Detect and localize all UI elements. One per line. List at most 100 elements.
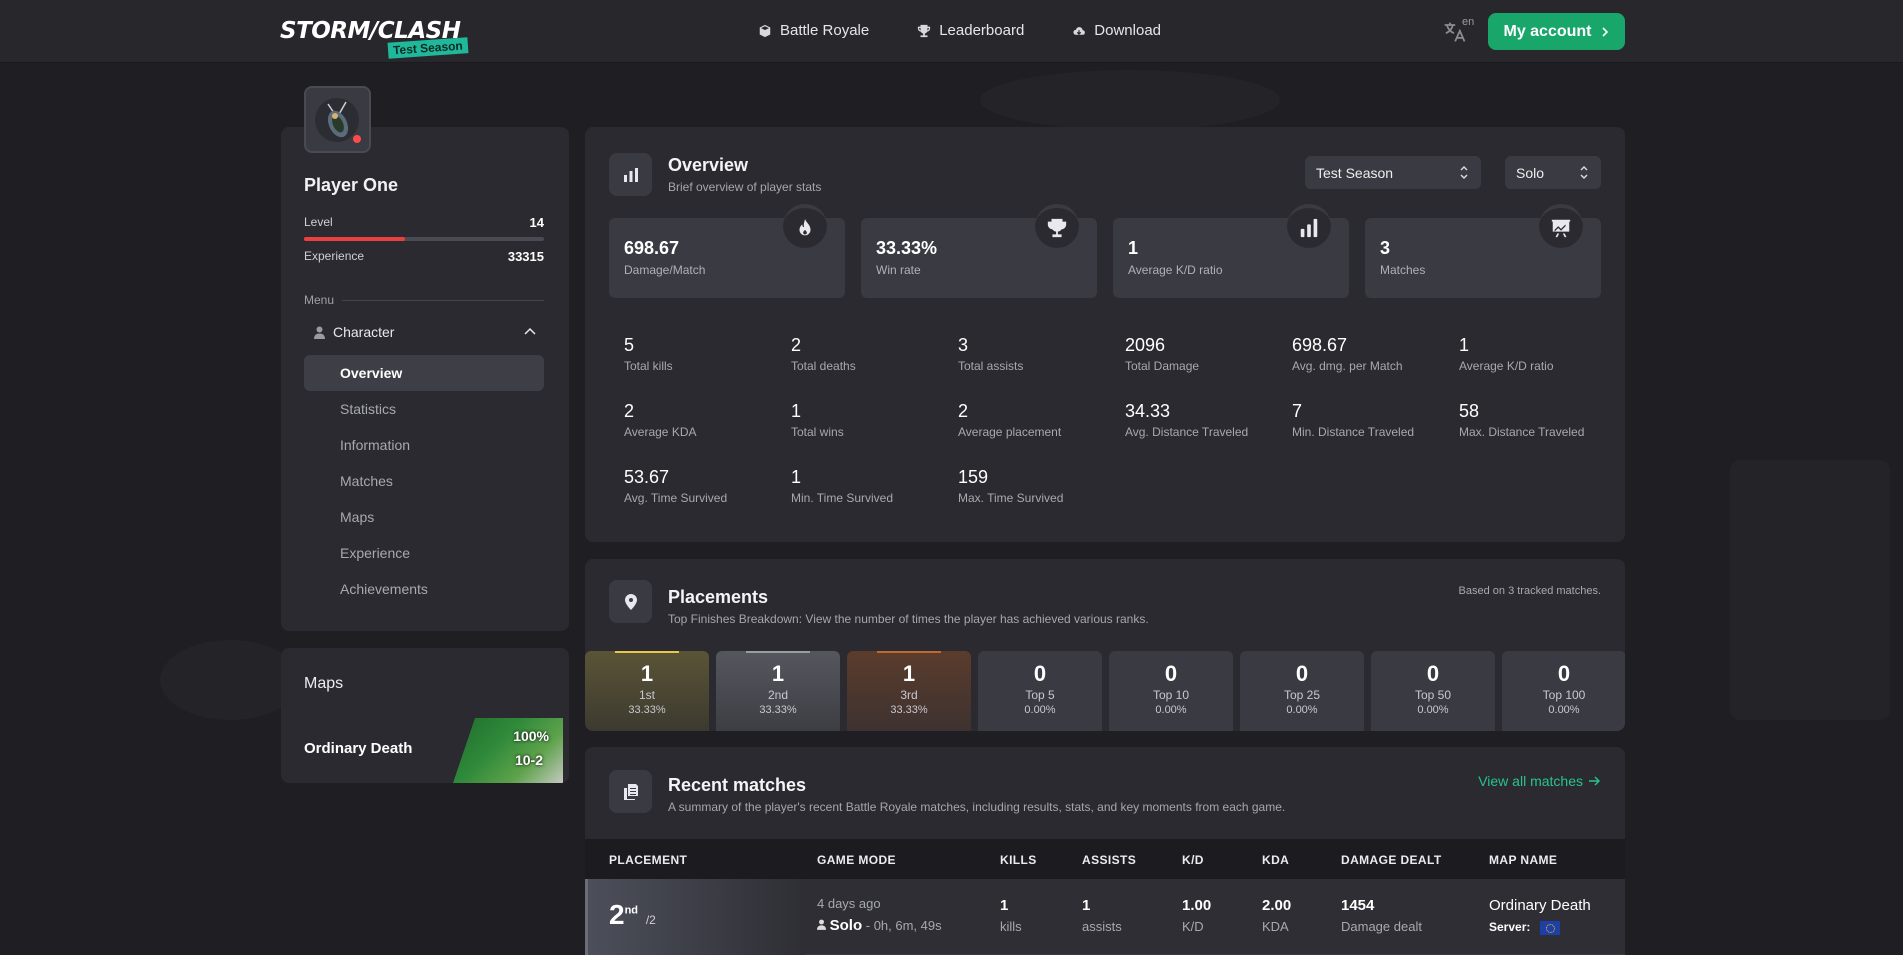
character-submenu: Overview Statistics Information Matches … bbox=[304, 355, 544, 607]
assists-value: 1 bbox=[1082, 897, 1091, 914]
placement-percent: 0.00% bbox=[1286, 704, 1318, 716]
stat-label: Average K/D ratio bbox=[1459, 359, 1554, 373]
col-placement: PLACEMENT bbox=[609, 853, 688, 867]
view-all-matches-link[interactable]: View all matches bbox=[1478, 773, 1601, 789]
menu-character[interactable]: Character bbox=[304, 317, 544, 347]
stat-item: 2 Total deaths bbox=[791, 335, 958, 373]
stat-value: 698.67 bbox=[1292, 335, 1348, 355]
map-row[interactable]: Ordinary Death 100% 10-2 bbox=[281, 718, 569, 783]
placement-suffix: nd bbox=[624, 904, 639, 917]
stat-label: Total kills bbox=[624, 359, 673, 373]
time-ago: 4 days ago bbox=[817, 896, 881, 911]
placement-count: 0 bbox=[1426, 661, 1440, 686]
profile-sidebar: Player One Level 14 Experience 33315 Men… bbox=[281, 127, 569, 631]
kpi-value: 1 bbox=[1128, 238, 1139, 258]
experience-row: Experience 33315 bbox=[304, 249, 544, 264]
stat-label: Average placement bbox=[958, 425, 1062, 439]
cloud-download-icon bbox=[1072, 25, 1087, 36]
placement-tile: 0 Top 50 0.00% bbox=[1371, 651, 1495, 731]
stat-label: Total wins bbox=[791, 425, 844, 439]
placement-percent: 0.00% bbox=[1155, 704, 1187, 716]
stat-label: Total deaths bbox=[791, 359, 856, 373]
placement-percent: 33.33% bbox=[759, 704, 797, 716]
stat-value: 58 bbox=[1459, 401, 1480, 421]
mode-select-value: Solo bbox=[1516, 164, 1545, 181]
stat-item: 1 Total wins bbox=[791, 401, 958, 439]
stat-label: Max. Time Survived bbox=[958, 491, 1064, 505]
status-dot bbox=[353, 135, 361, 143]
map-win-percent: 100% bbox=[513, 728, 549, 744]
stat-value: 5 bbox=[624, 335, 635, 355]
nav-download[interactable]: Download bbox=[1072, 22, 1161, 39]
placements-note: Based on 3 tracked matches. bbox=[1458, 585, 1601, 597]
account-label: My account bbox=[1503, 22, 1592, 40]
table-row[interactable]: 2nd /2 4 days ago Solo - 0h, 6m, 49s 1 k… bbox=[585, 879, 1625, 955]
stat-value: 34.33 bbox=[1125, 401, 1171, 421]
nav-label: Leaderboard bbox=[939, 22, 1025, 39]
logo[interactable]: STORM/CLASH Test Season bbox=[280, 18, 469, 59]
trophy-icon bbox=[1035, 204, 1079, 248]
level-progress-bar bbox=[304, 237, 544, 241]
chevron-up-icon[interactable] bbox=[524, 326, 536, 338]
server-label: Server: bbox=[1489, 920, 1531, 934]
nav-battle-royale[interactable]: Battle Royale bbox=[758, 22, 869, 39]
season-select[interactable]: Test Season bbox=[1305, 156, 1481, 189]
mode-line: Solo - 0h, 6m, 49s bbox=[817, 917, 942, 934]
sidebar-item-information[interactable]: Information bbox=[304, 427, 544, 463]
stat-label: Max. Distance Traveled bbox=[1459, 425, 1585, 439]
sidebar-item-maps[interactable]: Maps bbox=[304, 499, 544, 535]
placement-tile: 0 Top 10 0.00% bbox=[1109, 651, 1233, 731]
placement-rank: Top 100 bbox=[1542, 688, 1586, 702]
my-account-button[interactable]: My account bbox=[1488, 13, 1625, 50]
kda-cell: 2.00 KDA bbox=[1262, 897, 1291, 934]
placements-subtitle: Top Finishes Breakdown: View the number … bbox=[668, 612, 1149, 626]
stat-item: 2 Average placement bbox=[958, 401, 1125, 439]
map-pin-icon bbox=[609, 580, 652, 623]
avatar[interactable] bbox=[304, 86, 371, 153]
kd-cell: 1.00 K/D bbox=[1182, 897, 1211, 934]
stat-label: Avg. Distance Traveled bbox=[1125, 425, 1249, 439]
placement-count: 0 bbox=[1295, 661, 1309, 686]
bar-chart-icon bbox=[609, 153, 652, 196]
sidebar-item-achievements[interactable]: Achievements bbox=[304, 571, 544, 607]
stats-grid: 5 Total kills 2 Total deaths 3 Total assists 2… bbox=[624, 335, 1626, 505]
stat-item: 58 Max. Distance Traveled bbox=[1459, 401, 1626, 439]
placement-percent: 0.00% bbox=[1024, 704, 1056, 716]
sort-arrows-icon bbox=[1460, 166, 1468, 179]
stat-item: 34.33 Avg. Distance Traveled bbox=[1125, 401, 1292, 439]
placement-count: 0 bbox=[1164, 661, 1178, 686]
recent-title: Recent matches bbox=[668, 775, 807, 795]
nav-leaderboard[interactable]: Leaderboard bbox=[917, 22, 1024, 39]
stat-value: 159 bbox=[958, 467, 989, 487]
mode-select[interactable]: Solo bbox=[1505, 156, 1601, 189]
kd-value: 1.00 bbox=[1182, 897, 1212, 914]
placement-count: 1 bbox=[640, 661, 654, 686]
kda-label: KDA bbox=[1262, 919, 1289, 934]
document-stack-icon bbox=[609, 770, 652, 813]
sidebar-item-overview[interactable]: Overview bbox=[304, 355, 544, 391]
kd-label: K/D bbox=[1182, 919, 1204, 934]
col-damage-dealt: DAMAGE DEALT bbox=[1341, 853, 1442, 867]
stat-value: 53.67 bbox=[624, 467, 670, 487]
sidebar-item-experience[interactable]: Experience bbox=[304, 535, 544, 571]
tile-accent-line bbox=[877, 651, 941, 653]
level-progress-fill bbox=[304, 237, 405, 241]
placement-percent: 0.00% bbox=[1548, 704, 1580, 716]
map-name: Ordinary Death bbox=[304, 740, 413, 757]
sidebar-item-matches[interactable]: Matches bbox=[304, 463, 544, 499]
sidebar-item-statistics[interactable]: Statistics bbox=[304, 391, 544, 427]
kpi-label: Average K/D ratio bbox=[1128, 263, 1223, 277]
overview-title: Overview bbox=[668, 155, 749, 175]
maps-title: Maps bbox=[304, 675, 344, 692]
placement-rank: Top 25 bbox=[1283, 688, 1321, 702]
kpi-win-rate: 33.33% Win rate bbox=[861, 204, 1097, 298]
placement-value: 2nd /2 bbox=[609, 899, 656, 931]
overview-card: Overview Brief overview of player stats … bbox=[585, 127, 1625, 542]
placement-tile: 1 1st 33.33% bbox=[585, 651, 709, 731]
stat-label: Total Damage bbox=[1125, 359, 1200, 373]
placement-percent: 0.00% bbox=[1417, 704, 1449, 716]
kills-cell: 1 kills bbox=[1000, 897, 1022, 934]
stat-value: 2 bbox=[791, 335, 802, 355]
bar-chart-icon bbox=[1287, 204, 1331, 248]
col-kills: KILLS bbox=[1000, 853, 1037, 867]
